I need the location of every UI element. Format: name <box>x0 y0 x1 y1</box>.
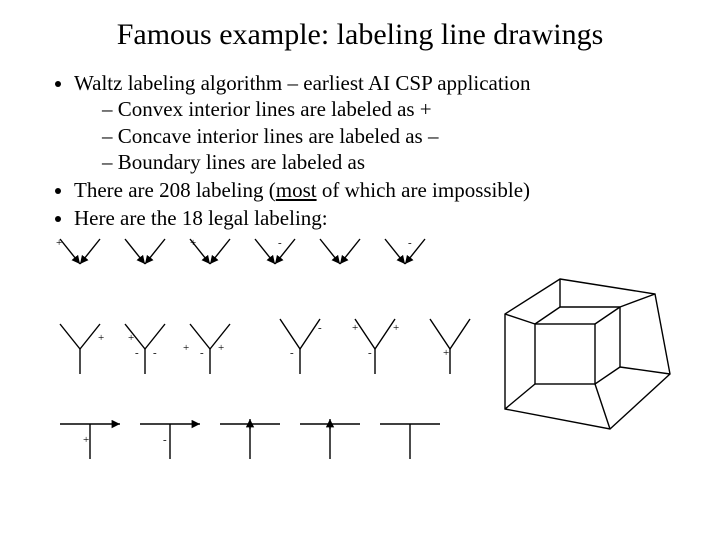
label-r1f: - <box>408 237 412 249</box>
bullet-2-underline: most <box>276 178 317 202</box>
y-junction-5 <box>355 319 395 374</box>
t-junction-3 <box>220 419 280 459</box>
v-junction-4 <box>255 239 295 264</box>
label-r1c: + <box>190 237 196 249</box>
label-r3a: + <box>83 434 89 446</box>
label-r2e-m: - <box>368 347 372 359</box>
bullet-2-post: of which are impossible) <box>317 178 530 202</box>
label-r2b-mr: - <box>153 347 157 359</box>
y-junction-1 <box>60 324 100 374</box>
bullet-list: Waltz labeling algorithm – earliest AI C… <box>50 70 680 232</box>
sub-1c: Boundary lines are labeled as <box>102 149 680 175</box>
bullet-1: Waltz labeling algorithm – earliest AI C… <box>74 70 680 175</box>
label-r2a-r: + <box>98 332 104 344</box>
sub-1a: Convex interior lines are labeled as + <box>102 96 680 122</box>
label-r3b: - <box>163 434 167 446</box>
label-r2e-tl: + <box>352 322 358 334</box>
label-r2f-m: + <box>443 347 449 359</box>
bullet-2: There are 208 labeling (most of which ar… <box>74 177 680 203</box>
bullet-1-text: Waltz labeling algorithm – earliest AI C… <box>74 71 531 95</box>
label-r1d: - <box>278 237 282 249</box>
t-junction-4 <box>300 419 360 459</box>
label-r2b-l: + <box>128 332 134 344</box>
t-junction-5 <box>380 424 440 459</box>
slide-title: Famous example: labeling line drawings <box>40 18 680 52</box>
v-junction-2 <box>125 239 165 264</box>
label-r2e-tr: + <box>393 322 399 334</box>
v-junction-6 <box>385 239 425 264</box>
v-junction-1 <box>60 239 100 264</box>
junction-diagrams <box>50 234 690 484</box>
label-r1a: + <box>56 237 62 249</box>
t-junction-2 <box>140 424 200 459</box>
bullet-3: Here are the 18 legal labeling: <box>74 205 680 231</box>
t-junction-1 <box>60 424 120 459</box>
sub-1b: Concave interior lines are labeled as – <box>102 123 680 149</box>
label-r2d-m: - <box>290 347 294 359</box>
label-r2c-mr: + <box>218 342 224 354</box>
label-r2d-t: - <box>318 322 322 334</box>
v-junction-5 <box>320 239 360 264</box>
y-junction-6 <box>430 319 470 374</box>
diagram-area: + + - - + + - - + - + - - + + - + + - <box>50 234 690 484</box>
sub-list-1: Convex interior lines are labeled as + C… <box>74 96 680 175</box>
bullet-2-pre: There are 208 labeling ( <box>74 178 276 202</box>
y-junction-4 <box>280 319 320 374</box>
cube-drawing <box>505 279 670 429</box>
label-r2c-ml: - <box>200 347 204 359</box>
label-r2b-ml: - <box>135 347 139 359</box>
label-r2c-l: + <box>183 342 189 354</box>
